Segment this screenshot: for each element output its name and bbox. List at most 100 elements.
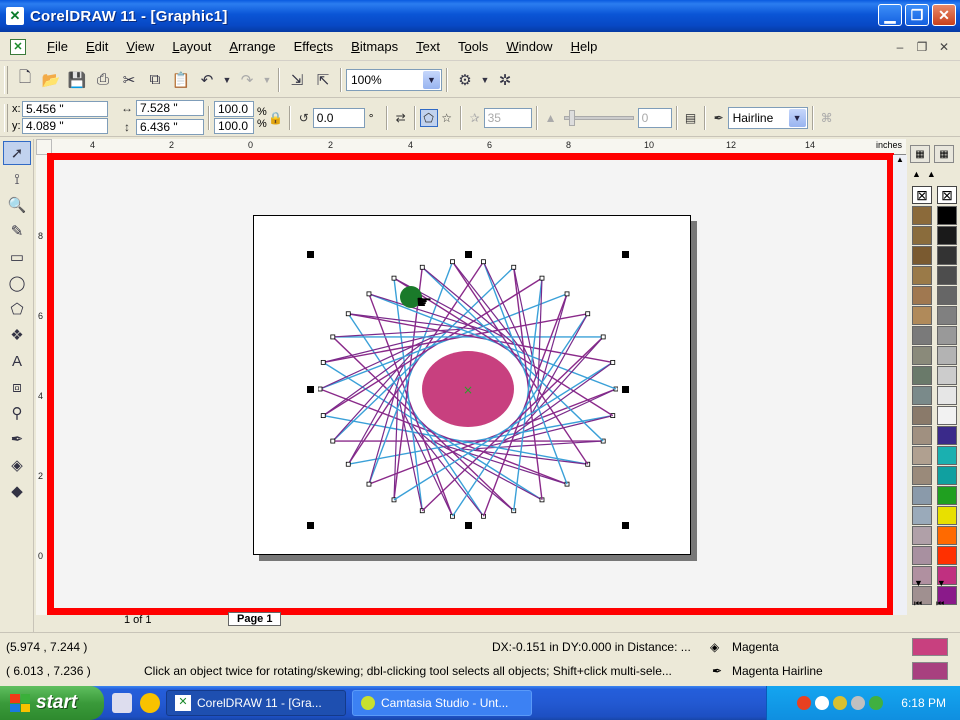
palette-swatch[interactable] [912, 366, 932, 385]
page-tab[interactable]: Page 1 [228, 612, 282, 626]
tray-icon[interactable] [833, 696, 848, 710]
sharpness-slider[interactable] [563, 109, 634, 126]
mirror-icon[interactable]: ⇄ [392, 109, 410, 127]
palette-swatch[interactable] [937, 486, 957, 505]
no-color-swatch-2[interactable]: ⊠ [937, 186, 957, 204]
menu-effects[interactable]: Effects [285, 39, 343, 54]
new-document-icon[interactable]: 🗋 [14, 69, 36, 91]
docker-toggle-icon[interactable]: ▦ [910, 145, 930, 163]
palette-swatch[interactable] [937, 406, 957, 425]
menu-edit[interactable]: Edit [77, 39, 117, 54]
palette-swatch[interactable] [937, 266, 957, 285]
scroll-up-arrow-icon[interactable]: ▲ [893, 155, 907, 169]
palette-swatch[interactable] [937, 206, 957, 225]
doc-minimize-button[interactable]: – [892, 40, 908, 54]
fill-color-swatch[interactable] [912, 638, 948, 656]
maximize-button[interactable]: ❐ [905, 4, 929, 26]
freehand-tool-icon[interactable]: ✎ [3, 219, 31, 243]
palette-swatch[interactable] [912, 406, 932, 425]
palette-swatch[interactable] [937, 466, 957, 485]
tray-icon[interactable] [851, 696, 866, 710]
palette-end-arrow-icon[interactable]: ⏮ [914, 598, 922, 609]
palette-swatch[interactable] [937, 546, 957, 565]
vertical-scrollbar[interactable]: ▲ [893, 155, 907, 615]
tray-icon[interactable] [869, 696, 884, 710]
palette-swatch[interactable] [912, 346, 932, 365]
launcher-dropdown-icon[interactable]: ▼ [480, 69, 490, 91]
sharpness-slider-thumb[interactable] [568, 109, 575, 126]
lock-ratio-icon[interactable]: 🔒 [267, 109, 285, 127]
import-icon[interactable]: ⇲ [286, 69, 308, 91]
scale-x-field[interactable]: 100.0 [214, 101, 254, 117]
palette-swatch[interactable] [937, 286, 957, 305]
palette-swatch[interactable] [912, 286, 932, 305]
palette-swatch[interactable] [937, 506, 957, 525]
palette-swatch[interactable] [912, 486, 932, 505]
palette-swatch[interactable] [912, 506, 932, 525]
no-color-swatch[interactable]: ⊠ [912, 186, 932, 204]
rectangle-tool-icon[interactable]: ▭ [3, 245, 31, 269]
basic-shapes-tool-icon[interactable]: ❖ [3, 323, 31, 347]
quicklaunch-icon[interactable] [112, 693, 132, 713]
palette-swatch[interactable] [912, 386, 932, 405]
palette-swatch[interactable] [912, 426, 932, 445]
palette-swatch[interactable] [912, 326, 932, 345]
text-tool-icon[interactable]: A [3, 349, 31, 373]
quicklaunch-browser-icon[interactable] [140, 693, 160, 713]
open-folder-icon[interactable]: 📂 [40, 69, 62, 91]
menu-bitmaps[interactable]: Bitmaps [342, 39, 407, 54]
palette-end-arrow-icon-2[interactable]: ⏮ [936, 598, 944, 609]
zoom-tool-icon[interactable]: 🔍 [3, 193, 31, 217]
doc-close-button[interactable]: ✕ [936, 40, 952, 54]
taskbar-camtasia[interactable]: Camtasia Studio - Unt... [352, 690, 532, 716]
palette-swatch[interactable] [912, 206, 932, 225]
menu-tools[interactable]: Tools [449, 39, 497, 54]
palette-swatch[interactable] [937, 346, 957, 365]
taskbar-coreldraw[interactable]: ✕ CorelDRAW 11 - [Gra... [166, 690, 346, 716]
menu-help[interactable]: Help [562, 39, 607, 54]
polygon-tool-icon[interactable]: ⬠ [3, 297, 31, 321]
palette-down-arrow-icon-2[interactable]: ▼ [937, 578, 946, 588]
print-icon[interactable]: ⎙ [92, 69, 114, 91]
y-position-field[interactable]: 4.089 " [22, 118, 108, 134]
redo-dropdown-icon[interactable]: ▼ [262, 69, 272, 91]
palette-swatch[interactable] [912, 546, 932, 565]
interactive-blend-tool-icon[interactable]: ⧈ [3, 375, 31, 399]
chevron-down-icon[interactable]: ▼ [423, 70, 440, 89]
palette-swatch[interactable] [912, 246, 932, 265]
palette-swatch[interactable] [937, 526, 957, 545]
zoom-level-select[interactable]: 100% ▼ [346, 68, 442, 91]
doc-restore-button[interactable]: ❐ [914, 40, 930, 54]
palette-swatch[interactable] [937, 426, 957, 445]
convert-to-curves-icon[interactable]: ⌘ [818, 109, 836, 127]
tray-icon[interactable] [815, 696, 830, 710]
palette-swatch[interactable] [912, 226, 932, 245]
height-field[interactable]: 6.436 " [136, 119, 204, 135]
palette-up-arrow-icon[interactable]: ▲ [912, 169, 921, 179]
menu-view[interactable]: View [117, 39, 163, 54]
palette-up-arrow-icon-2[interactable]: ▲ [927, 169, 936, 179]
menu-arrange[interactable]: Arrange [220, 39, 284, 54]
redo-icon[interactable]: ↷ [236, 69, 258, 91]
palette-swatch[interactable] [912, 266, 932, 285]
menu-text[interactable]: Text [407, 39, 449, 54]
interactive-fill-tool-icon[interactable]: ◆ [3, 479, 31, 503]
fill-tool-icon[interactable]: ◈ [3, 453, 31, 477]
star-points-field[interactable]: 35 [483, 107, 532, 128]
palette-swatch[interactable] [912, 466, 932, 485]
eyedropper-tool-icon[interactable]: ⚲ [3, 401, 31, 425]
tray-icon[interactable] [797, 696, 812, 710]
cut-icon[interactable]: ✂ [118, 69, 140, 91]
application-launcher-icon[interactable]: ⚙ [454, 69, 476, 91]
wrap-text-icon[interactable]: ▤ [682, 109, 700, 127]
start-button[interactable]: start [0, 686, 104, 720]
width-field[interactable]: 7.528 " [136, 100, 204, 116]
docker-toggle-icon-2[interactable]: ▦ [934, 145, 954, 163]
palette-down-arrow-icon[interactable]: ▼ [914, 578, 923, 588]
coreldraw-app-icon[interactable]: ✕ [6, 7, 24, 25]
undo-dropdown-icon[interactable]: ▼ [222, 69, 232, 91]
rotation-angle-field[interactable]: 0.0 [312, 107, 365, 128]
sharpness-field[interactable]: 0 [637, 107, 672, 128]
palette-swatch[interactable] [937, 226, 957, 245]
menu-file[interactable]: File [38, 39, 77, 54]
